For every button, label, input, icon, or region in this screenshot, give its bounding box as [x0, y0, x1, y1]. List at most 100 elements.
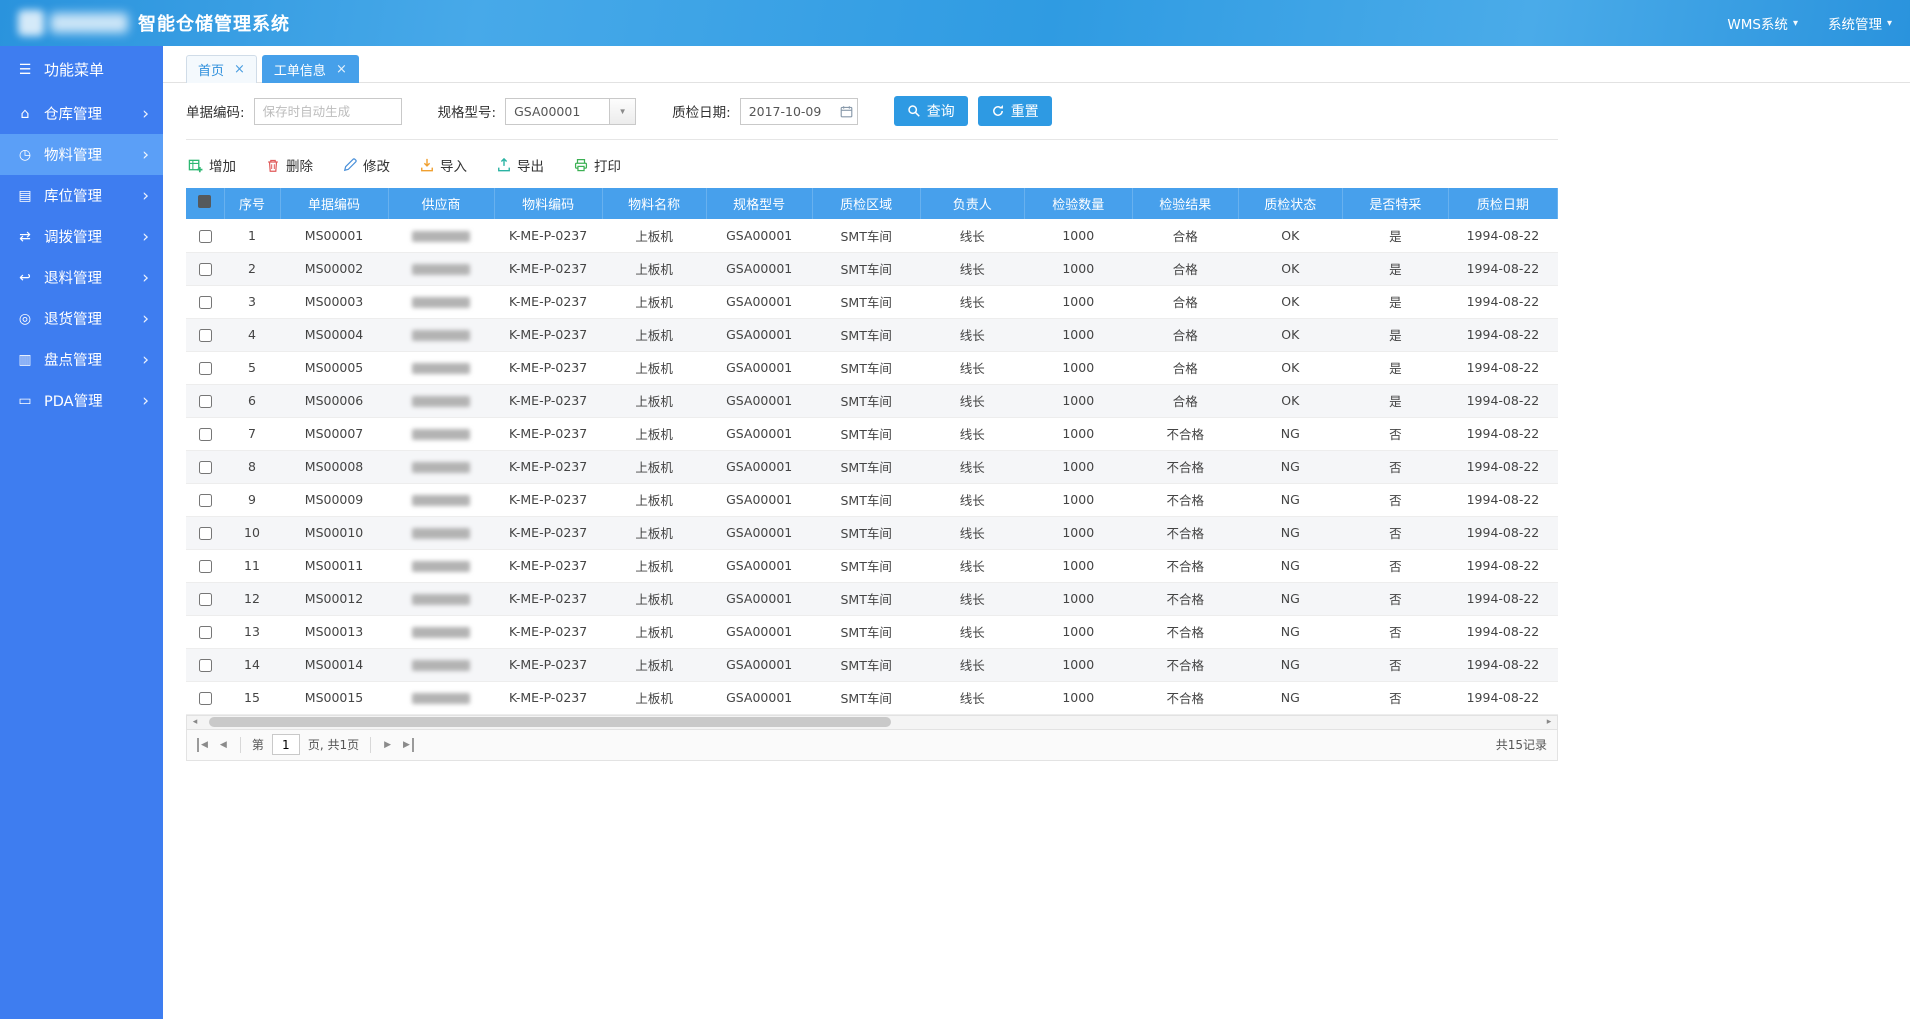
row-checkbox[interactable]	[198, 626, 212, 639]
sidebar-item-4[interactable]: ↩ 退料管理 ›	[0, 257, 163, 298]
calendar-icon[interactable]	[840, 105, 853, 118]
cell-material_name: 上板机	[602, 549, 707, 583]
table-row[interactable]: 1 MS00001 K-ME-P-0237 上板机 GSA00001 SMT车间 线长 100…	[186, 219, 1558, 253]
scroll-left-arrow-icon[interactable]: ◂	[187, 716, 203, 729]
cell-doc: MS00009	[280, 483, 389, 517]
table-row[interactable]: 11 MS00011 K-ME-P-0237 上板机 GSA00001 SMT车间 线长 10…	[186, 549, 1558, 583]
column-header-12[interactable]: 质检日期	[1448, 188, 1559, 219]
column-header-10[interactable]: 质检状态	[1238, 188, 1343, 219]
column-header-3[interactable]: 物料编码	[494, 188, 603, 219]
column-header-5[interactable]: 规格型号	[706, 188, 813, 219]
scrollbar-track[interactable]	[203, 716, 1541, 729]
sidebar-item-2[interactable]: ▤ 库位管理 ›	[0, 175, 163, 216]
column-header-0[interactable]: 序号	[224, 188, 281, 219]
sidebar-item-1[interactable]: ◷ 物料管理 ›	[0, 134, 163, 175]
table-row[interactable]: 12 MS00012 K-ME-P-0237 上板机 GSA00001 SMT车间 线长 10…	[186, 582, 1558, 616]
tab-1[interactable]: 工单信息 ×	[261, 55, 359, 83]
cell-qty: 1000	[1024, 516, 1133, 550]
column-header-6[interactable]: 质检区域	[812, 188, 921, 219]
row-checkbox[interactable]	[198, 263, 212, 276]
select-all-checkbox[interactable]	[198, 195, 212, 208]
table-row[interactable]: 2 MS00002 K-ME-P-0237 上板机 GSA00001 SMT车间 线长 100…	[186, 252, 1558, 286]
table-row[interactable]: 3 MS00003 K-ME-P-0237 上板机 GSA00001 SMT车间 线长 100…	[186, 285, 1558, 319]
table-row[interactable]: 13 MS00013 K-ME-P-0237 上板机 GSA00001 SMT车间 线长 10…	[186, 615, 1558, 649]
toolbar: 增加 删除 修改 导入 导出 打印	[186, 140, 1558, 188]
row-checkbox[interactable]	[198, 494, 212, 507]
table-row[interactable]: 7 MS00007 K-ME-P-0237 上板机 GSA00001 SMT车间 线长 100…	[186, 417, 1558, 451]
cell-area: SMT车间	[812, 582, 921, 616]
row-checkbox[interactable]	[198, 229, 212, 243]
row-checkbox-cell	[186, 549, 224, 583]
reset-button[interactable]: 重置	[977, 96, 1052, 126]
prev-page-button[interactable]: ◀	[218, 738, 229, 752]
last-page-button[interactable]: ▶	[401, 737, 414, 752]
cell-material_code: K-ME-P-0237	[494, 516, 603, 550]
first-page-button[interactable]: ◀	[197, 737, 210, 752]
sidebar-item-0[interactable]: ⌂ 仓库管理 ›	[0, 93, 163, 134]
cell-result: 不合格	[1132, 681, 1239, 715]
spec-dropdown-button[interactable]: ▼	[609, 97, 637, 125]
datebox	[739, 97, 858, 125]
row-checkbox[interactable]	[198, 527, 212, 540]
print-button[interactable]: 打印	[574, 155, 621, 175]
cell-doc: MS00015	[280, 681, 389, 715]
search-button-label: 查询	[926, 104, 955, 120]
cell-qty: 1000	[1024, 384, 1133, 418]
row-checkbox[interactable]	[198, 659, 212, 672]
export-button[interactable]: 导出	[497, 155, 544, 175]
row-checkbox[interactable]	[198, 395, 212, 408]
spec-label: 规格型号:	[437, 105, 497, 121]
column-header-9[interactable]: 检验结果	[1132, 188, 1239, 219]
next-page-button[interactable]: ▶	[382, 738, 393, 752]
table-row[interactable]: 14 MS00014 K-ME-P-0237 上板机 GSA00001 SMT车间 线长 10…	[186, 648, 1558, 682]
table-row[interactable]: 8 MS00008 K-ME-P-0237 上板机 GSA00001 SMT车间 线长 100…	[186, 450, 1558, 484]
row-checkbox[interactable]	[198, 461, 212, 474]
system-management-menu[interactable]: 系统管理 ▾	[1828, 13, 1892, 33]
page-number-input[interactable]	[271, 734, 300, 755]
row-checkbox[interactable]	[198, 362, 212, 375]
sidebar-item-3[interactable]: ⇄ 调拨管理 ›	[0, 216, 163, 257]
table-row[interactable]: 6 MS00006 K-ME-P-0237 上板机 GSA00001 SMT车间 线长 100…	[186, 384, 1558, 418]
cell-special: 否	[1342, 648, 1449, 682]
column-header-1[interactable]: 单据编码	[280, 188, 389, 219]
doc-code-input[interactable]	[253, 97, 402, 125]
edit-button[interactable]: 修改	[343, 155, 390, 175]
row-checkbox[interactable]	[198, 428, 212, 441]
table-row[interactable]: 10 MS00010 K-ME-P-0237 上板机 GSA00001 SMT车间 线长 10…	[186, 516, 1558, 550]
toolbar-button-label: 修改	[363, 159, 390, 175]
reset-button-label: 重置	[1010, 104, 1039, 120]
cell-date: 1994-08-22	[1448, 318, 1558, 352]
scroll-right-arrow-icon[interactable]: ▸	[1541, 716, 1557, 729]
table-row[interactable]: 4 MS00004 K-ME-P-0237 上板机 GSA00001 SMT车间 线长 100…	[186, 318, 1558, 352]
cell-seq: 9	[224, 483, 281, 517]
add-button[interactable]: 增加	[188, 155, 236, 175]
table-row[interactable]: 9 MS00009 K-ME-P-0237 上板机 GSA00001 SMT车间 线长 100…	[186, 483, 1558, 517]
row-checkbox[interactable]	[198, 329, 212, 342]
column-header-11[interactable]: 是否特采	[1342, 188, 1449, 219]
row-checkbox[interactable]	[198, 560, 212, 573]
column-header-4[interactable]: 物料名称	[602, 188, 707, 219]
sidebar-item-6[interactable]: ▥ 盘点管理 ›	[0, 339, 163, 380]
tab-0[interactable]: 首页 ×	[186, 55, 257, 83]
search-button[interactable]: 查询	[893, 96, 968, 126]
wms-system-menu[interactable]: WMS系统 ▾	[1727, 13, 1798, 33]
row-checkbox[interactable]	[198, 593, 212, 606]
close-icon[interactable]: ×	[336, 62, 347, 77]
row-checkbox[interactable]	[198, 296, 212, 309]
cell-area: SMT车间	[812, 384, 921, 418]
cell-supplier	[388, 648, 495, 682]
import-button[interactable]: 导入	[420, 155, 467, 175]
column-header-8[interactable]: 检验数量	[1024, 188, 1133, 219]
column-header-7[interactable]: 负责人	[920, 188, 1025, 219]
delete-button[interactable]: 删除	[266, 155, 313, 175]
row-checkbox[interactable]	[198, 692, 212, 705]
column-header-2[interactable]: 供应商	[388, 188, 495, 219]
scrollbar-thumb[interactable]	[209, 717, 892, 727]
main-area: 首页 × 工单信息 × 单据编码: 规格型号: ▼ 质检日期:	[163, 46, 1910, 1019]
table-row[interactable]: 15 MS00015 K-ME-P-0237 上板机 GSA00001 SMT车间 线长 10…	[186, 681, 1558, 715]
close-icon[interactable]: ×	[234, 62, 245, 77]
table-row[interactable]: 5 MS00005 K-ME-P-0237 上板机 GSA00001 SMT车间 线长 100…	[186, 351, 1558, 385]
spec-input[interactable]	[505, 97, 610, 125]
sidebar-item-7[interactable]: ▭ PDA管理 ›	[0, 380, 163, 421]
sidebar-item-5[interactable]: ◎ 退货管理 ›	[0, 298, 163, 339]
